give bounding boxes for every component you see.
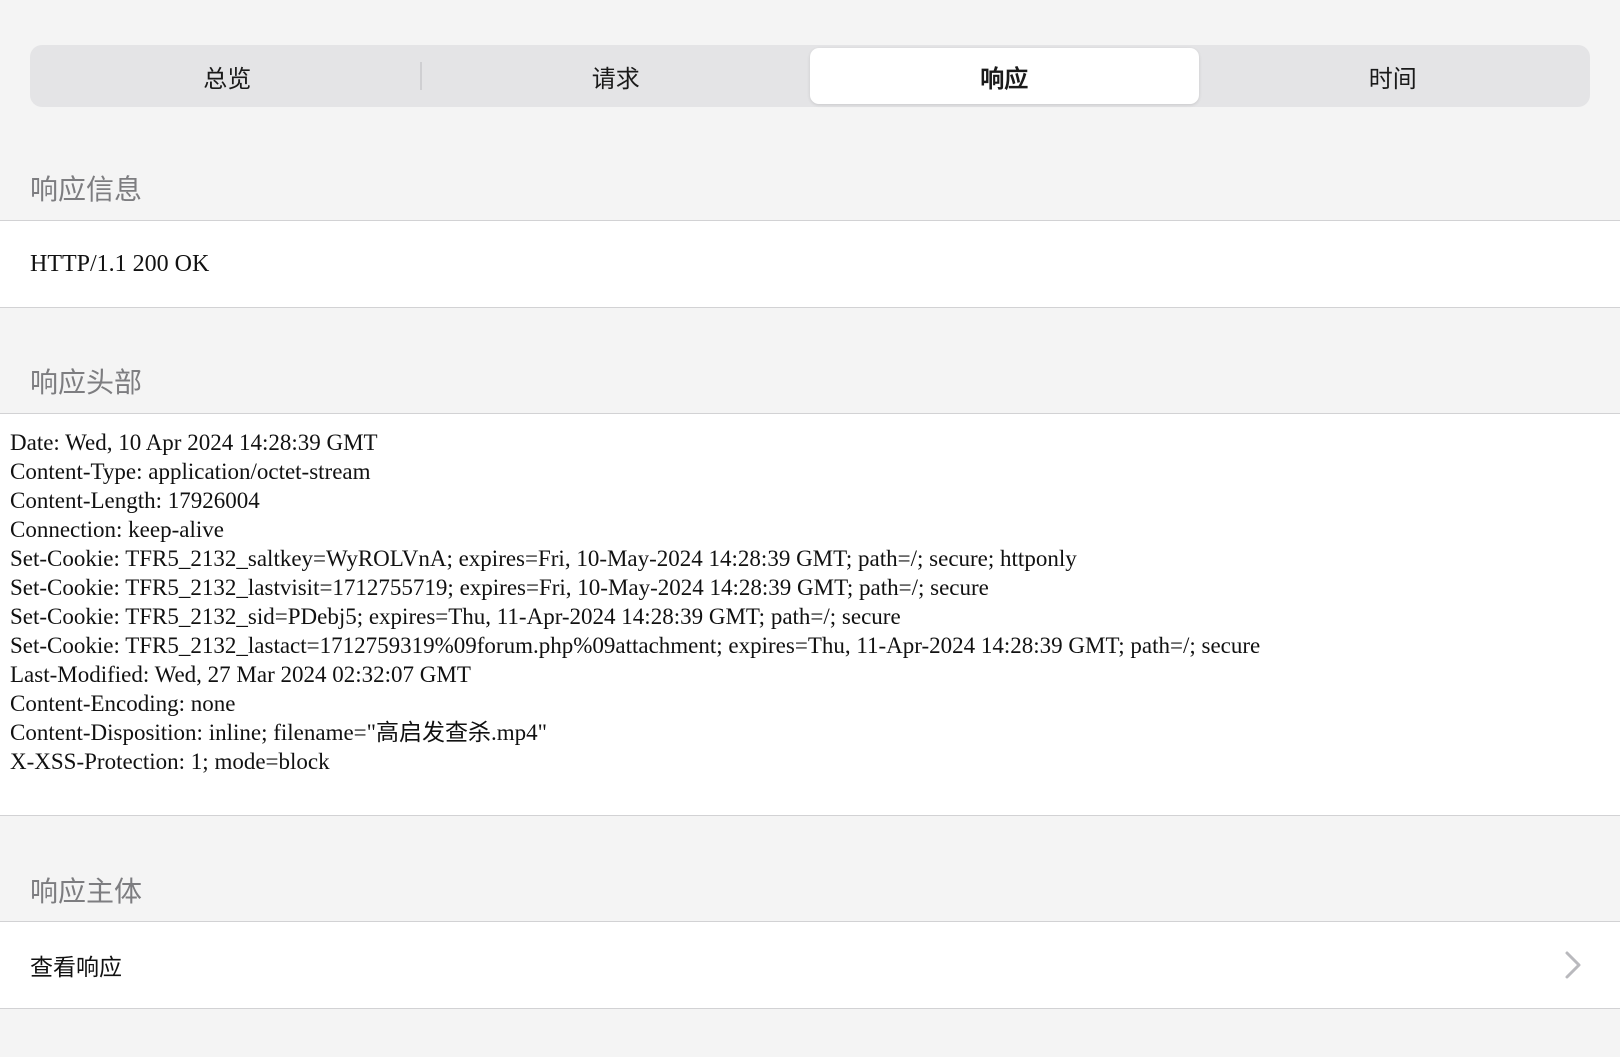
tab-overview[interactable]: 总览 <box>33 48 422 104</box>
header-line: Date: Wed, 10 Apr 2024 14:28:39 GMT <box>10 430 378 455</box>
chevron-right-icon <box>1556 948 1590 982</box>
view-response-label: 查看响应 <box>30 955 122 981</box>
response-headers-panel: Date: Wed, 10 Apr 2024 14:28:39 GMT Cont… <box>0 413 1620 816</box>
response-body-panel: 查看响应 <box>0 921 1620 1009</box>
section-title-response-info: 响应信息 <box>30 173 143 206</box>
header-line: Set-Cookie: TFR5_2132_lastact=1712759319… <box>10 633 1261 658</box>
view-response-row[interactable]: 查看响应 <box>0 922 1620 1008</box>
tab-timing[interactable]: 时间 <box>1199 48 1588 104</box>
header-line: Last-Modified: Wed, 27 Mar 2024 02:32:07… <box>10 662 471 687</box>
section-title-response-body: 响应主体 <box>30 875 143 908</box>
tab-response[interactable]: 响应 <box>810 48 1199 104</box>
response-info-panel: HTTP/1.1 200 OK <box>0 220 1620 308</box>
header-line: Set-Cookie: TFR5_2132_saltkey=WyROLVnA; … <box>10 546 1077 571</box>
header-line: X-XSS-Protection: 1; mode=block <box>10 749 330 774</box>
tab-request[interactable]: 请求 <box>422 48 811 104</box>
headers-list: Date: Wed, 10 Apr 2024 14:28:39 GMT Cont… <box>0 414 1620 776</box>
segmented-tab-control: 总览 请求 响应 时间 <box>30 45 1590 107</box>
header-line: Connection: keep-alive <box>10 517 224 542</box>
header-line: Content-Type: application/octet-stream <box>10 459 371 484</box>
header-line: Content-Disposition: inline; filename="高… <box>10 720 548 745</box>
header-line: Set-Cookie: TFR5_2132_sid=PDebj5; expire… <box>10 604 901 629</box>
header-line: Set-Cookie: TFR5_2132_lastvisit=17127557… <box>10 575 989 600</box>
header-line: Content-Length: 17926004 <box>10 488 260 513</box>
status-line: HTTP/1.1 200 OK <box>30 251 210 277</box>
header-line: Content-Encoding: none <box>10 691 236 716</box>
section-title-response-headers: 响应头部 <box>30 366 143 399</box>
